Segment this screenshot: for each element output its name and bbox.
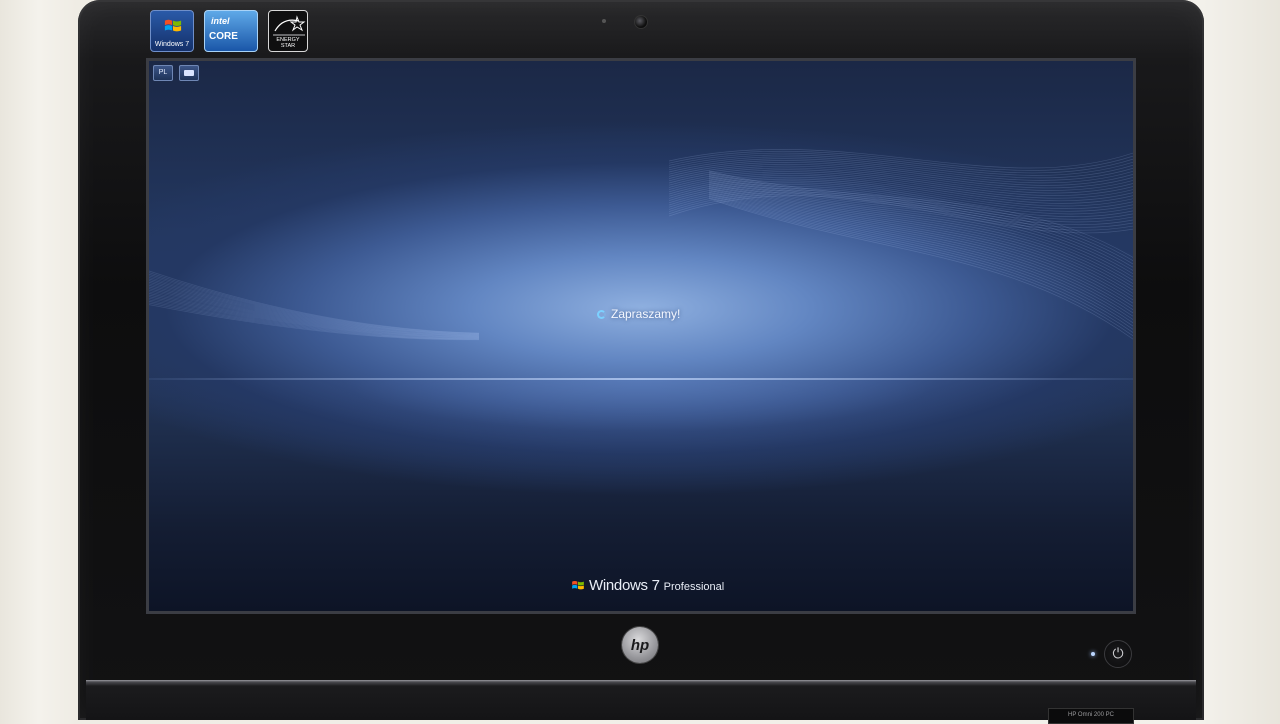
keyboard-layout-button[interactable] [179,65,199,81]
language-bar[interactable]: PL [153,65,199,81]
hp-logo: hp [622,627,658,663]
model-label: HP Omni 200 PC [1048,708,1134,724]
intel-brand-text: intel [211,16,230,26]
brand-edition: Professional [663,581,725,593]
windows-flag-icon [572,580,584,590]
keyboard-icon [184,70,194,76]
intel-core-sticker: intel CORE [204,10,258,52]
windows7-sticker-label: Windows 7 [154,41,190,48]
energy-star-sticker: ENERGY STAR [268,10,308,52]
welcome-message: Zapraszamy! [597,307,680,321]
energy-star-label: ENERGY STAR [276,37,300,49]
windows-brand: Windows 7 Professional [571,577,724,594]
power-led [1091,652,1095,656]
welcome-text: Zapraszamy! [611,307,681,321]
windows7-sticker: Windows 7 [150,10,194,52]
intel-core-text: CORE [209,31,238,42]
power-icon: ⏻ [1112,646,1124,662]
horizon-glow [149,379,1133,539]
horizon-line [149,378,1133,380]
boot-screen: PL Zapraszamy! Windows 7 Professional [146,58,1136,614]
loading-spinner-icon [597,309,606,319]
sticker-row: Windows 7 intel CORE ENERGY STAR [150,10,308,52]
power-button[interactable]: ⏻ [1104,640,1132,668]
language-indicator[interactable]: PL [153,65,173,81]
monitor-base [86,680,1196,720]
windows-flag-icon [164,19,182,32]
camera-indicator [602,19,606,23]
brand-name: Windows 7 [589,577,660,594]
camera-icon [634,15,648,29]
